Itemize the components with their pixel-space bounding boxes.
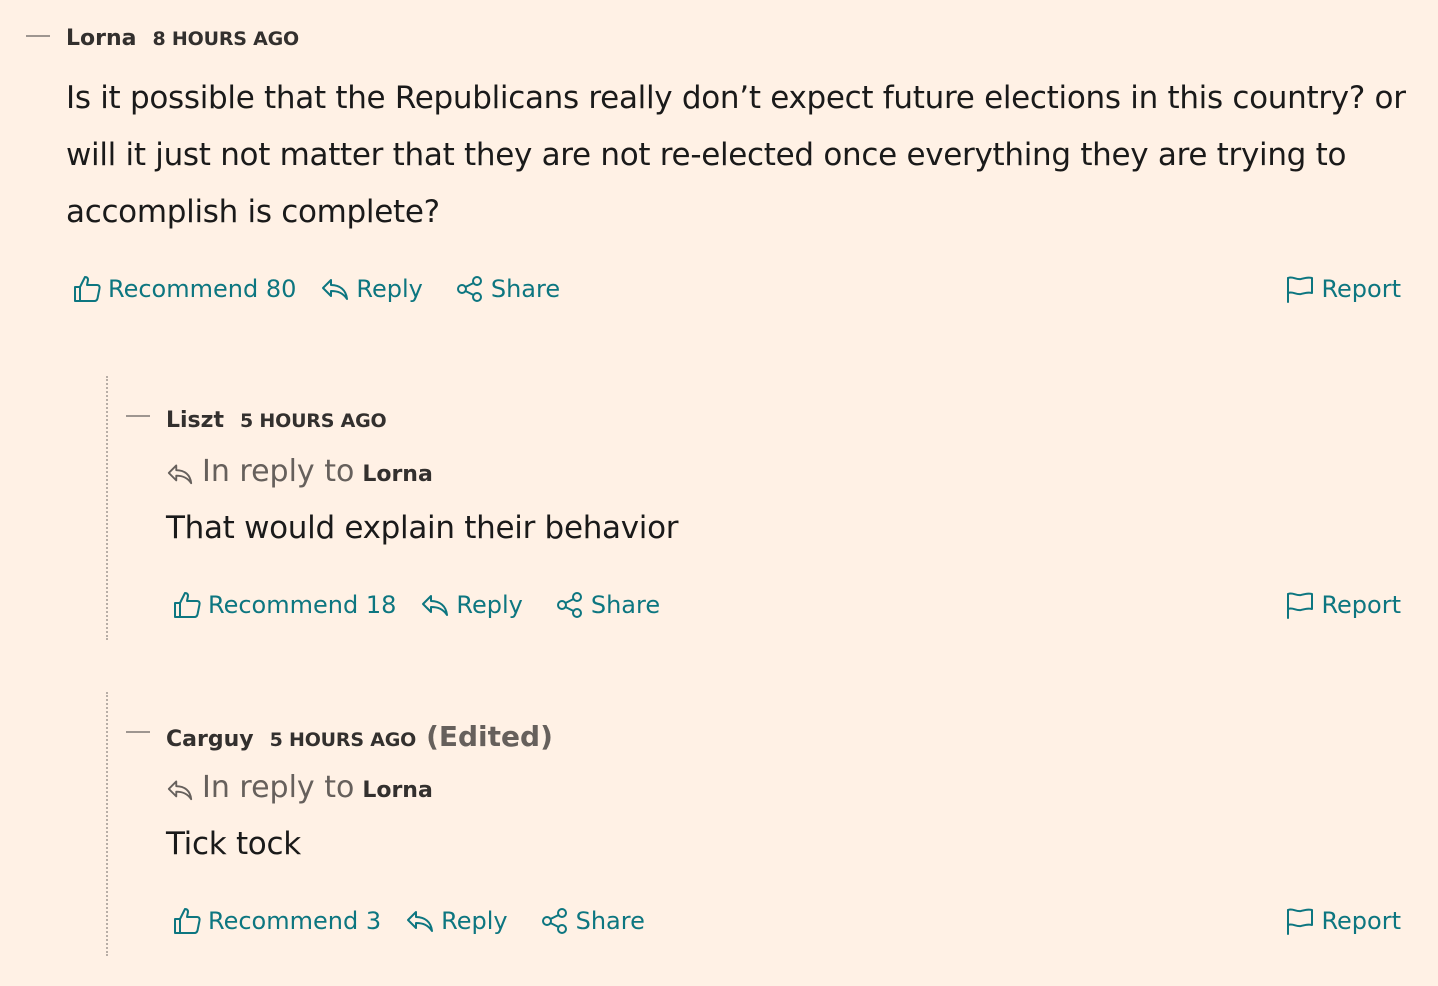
edited-badge: (Edited) bbox=[426, 720, 553, 753]
comment-author[interactable]: Liszt bbox=[166, 408, 224, 433]
share-label: Share bbox=[575, 907, 645, 935]
comment-actions: Recommend 18 Reply Share bbox=[172, 587, 660, 623]
share-icon bbox=[555, 590, 585, 620]
recommend-button[interactable]: Recommend 3 bbox=[172, 906, 381, 936]
recommend-label: Recommend 3 bbox=[208, 907, 382, 935]
comment-header: Carguy 5 HOURS AGO (Edited) bbox=[166, 720, 553, 753]
thread-line bbox=[106, 692, 108, 956]
collapse-toggle[interactable] bbox=[26, 35, 50, 37]
report-button[interactable]: Report bbox=[1285, 906, 1401, 936]
reply-arrow-icon bbox=[405, 906, 435, 936]
comment-body: Is it possible that the Republicans real… bbox=[66, 70, 1416, 241]
report-row: Report bbox=[1285, 271, 1401, 307]
reply-button[interactable]: Reply bbox=[420, 590, 523, 620]
reply-button[interactable]: Reply bbox=[405, 906, 508, 936]
reply-arrow-icon bbox=[420, 590, 450, 620]
in-reply-to: In reply to Lorna bbox=[166, 770, 433, 805]
comment-author[interactable]: Carguy bbox=[166, 727, 254, 752]
report-label: Report bbox=[1321, 591, 1401, 619]
comment-actions: Recommend 80 Reply Share bbox=[72, 271, 560, 307]
reply-label: Reply bbox=[456, 591, 523, 619]
share-icon bbox=[455, 274, 485, 304]
recommend-button[interactable]: Recommend 18 bbox=[172, 590, 396, 620]
in-reply-label: In reply to bbox=[202, 770, 355, 805]
comment-header: Liszt 5 HOURS AGO bbox=[166, 408, 387, 433]
comment-timestamp: 8 HOURS AGO bbox=[152, 28, 300, 50]
in-reply-to: In reply to Lorna bbox=[166, 454, 433, 489]
reply-arrow-icon bbox=[320, 274, 350, 304]
comment-body: That would explain their behavior bbox=[166, 500, 1366, 557]
recommend-button[interactable]: Recommend 80 bbox=[72, 274, 296, 304]
reply-button[interactable]: Reply bbox=[320, 274, 423, 304]
comment-body-line: Is it possible that the Republicans real… bbox=[66, 80, 1406, 116]
reply-label: Reply bbox=[441, 907, 508, 935]
comment-actions: Recommend 3 Reply Share bbox=[172, 903, 645, 939]
comment-timestamp: 5 HOURS AGO bbox=[239, 410, 387, 432]
comment-body-line: That would explain their behavior bbox=[166, 510, 679, 546]
comment-header: Lorna 8 HOURS AGO bbox=[66, 26, 299, 51]
comment-body-line: Tick tock bbox=[166, 826, 301, 862]
collapse-toggle[interactable] bbox=[126, 415, 150, 417]
report-row: Report bbox=[1285, 587, 1401, 623]
share-label: Share bbox=[490, 275, 561, 303]
report-label: Report bbox=[1321, 275, 1401, 303]
share-label: Share bbox=[590, 591, 661, 619]
thumbs-up-icon bbox=[172, 590, 202, 620]
share-button[interactable]: Share bbox=[555, 590, 660, 620]
comment-author[interactable]: Lorna bbox=[66, 26, 137, 51]
thumbs-up-icon bbox=[72, 274, 102, 304]
in-reply-target[interactable]: Lorna bbox=[362, 462, 433, 487]
share-button[interactable]: Share bbox=[540, 906, 645, 936]
flag-icon bbox=[1285, 590, 1315, 620]
in-reply-label: In reply to bbox=[202, 454, 355, 489]
comment-body-line: accomplish is complete? bbox=[66, 194, 440, 230]
recommend-label: Recommend 18 bbox=[208, 591, 397, 619]
report-row: Report bbox=[1285, 903, 1401, 939]
report-button[interactable]: Report bbox=[1285, 274, 1401, 304]
flag-icon bbox=[1285, 906, 1315, 936]
thumbs-up-icon bbox=[172, 906, 202, 936]
in-reply-target[interactable]: Lorna bbox=[362, 778, 433, 803]
comment-timestamp: 5 HOURS AGO bbox=[269, 729, 417, 751]
comments-page: Lorna 8 HOURS AGO Is it possible that th… bbox=[0, 0, 1438, 986]
comment-body-line: will it just not matter that they are no… bbox=[66, 137, 1347, 173]
report-label: Report bbox=[1321, 907, 1401, 935]
collapse-toggle[interactable] bbox=[126, 731, 150, 733]
reply-label: Reply bbox=[356, 275, 423, 303]
share-button[interactable]: Share bbox=[455, 274, 560, 304]
reply-arrow-icon bbox=[166, 458, 194, 486]
report-button[interactable]: Report bbox=[1285, 590, 1401, 620]
flag-icon bbox=[1285, 274, 1315, 304]
comment-body: Tick tock bbox=[166, 816, 1366, 873]
thread-line bbox=[106, 376, 108, 640]
reply-arrow-icon bbox=[166, 774, 194, 802]
share-icon bbox=[540, 906, 570, 936]
recommend-label: Recommend 80 bbox=[108, 275, 297, 303]
